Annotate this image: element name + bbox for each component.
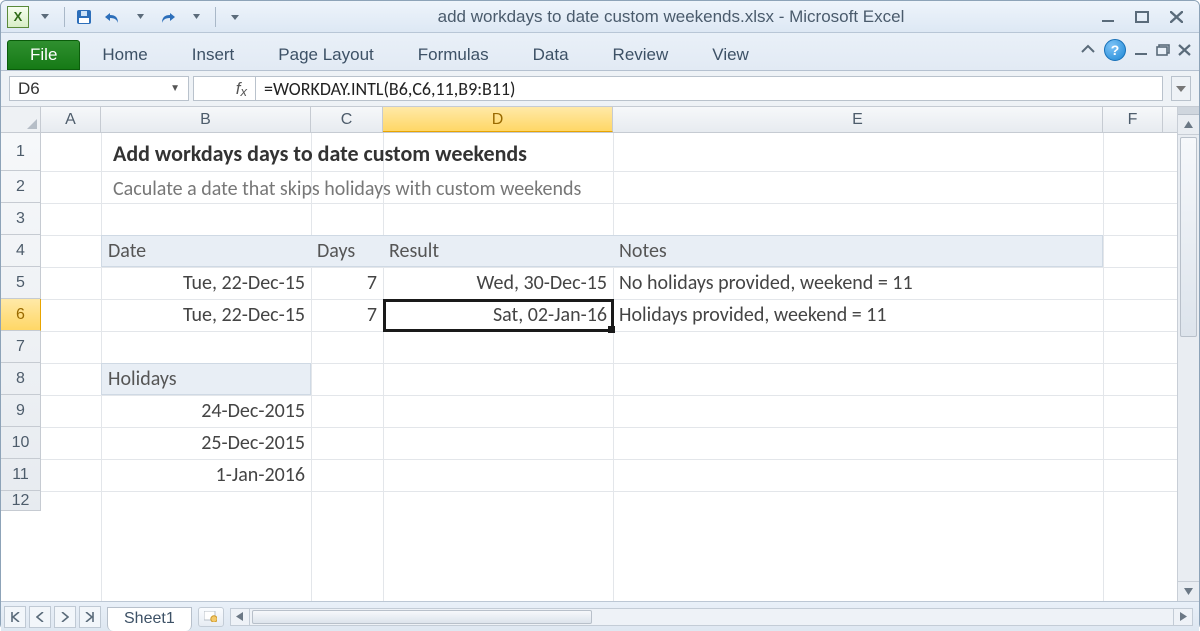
row-header[interactable]: 7 [1,331,41,363]
window-close-icon[interactable] [1178,44,1191,56]
column-headers: A B C D E F [41,107,1177,133]
cell-result[interactable]: Wed, 30-Dec-15 [383,267,613,299]
tab-data[interactable]: Data [511,40,591,70]
cell-date[interactable]: Tue, 22-Dec-15 [101,267,311,299]
first-sheet-icon[interactable] [4,606,26,628]
cell-holiday[interactable]: 24-Dec-2015 [101,395,311,427]
scroll-down-icon[interactable] [1178,581,1199,601]
minimize-icon[interactable] [1095,8,1121,26]
scroll-track[interactable] [250,608,1173,626]
vertical-scrollbar[interactable] [1177,107,1199,601]
window-title: add workdays to date custom weekends.xls… [247,7,1095,27]
page-title: Add workdays days to date custom weekend… [107,137,533,169]
table-header: Date [101,235,311,267]
cell-holiday[interactable]: 25-Dec-2015 [101,427,311,459]
row-header[interactable]: 12 [1,491,41,511]
col-header[interactable]: B [101,107,311,132]
separator [215,7,216,27]
tab-home[interactable]: Home [80,40,169,70]
page-subtitle: Caculate a date that skips holidays with… [107,173,587,205]
cell-days[interactable]: 7 [311,299,383,331]
last-sheet-icon[interactable] [79,606,101,628]
row-header[interactable]: 5 [1,267,41,299]
worksheet: 1 2 3 4 5 6 7 8 9 10 11 12 A B C D E F [1,107,1199,601]
grid[interactable]: Add workdays days to date custom weekend… [41,133,1177,601]
tab-view[interactable]: View [690,40,771,70]
horizontal-scrollbar[interactable] [230,608,1193,626]
tab-page-layout[interactable]: Page Layout [256,40,395,70]
name-box[interactable]: D6 ▼ [9,76,189,101]
active-cell[interactable] [383,299,614,332]
scroll-thumb[interactable] [1180,137,1197,337]
sheet-nav: Sheet1 [1,602,224,631]
select-all-corner[interactable] [1,107,41,133]
tab-insert[interactable]: Insert [170,40,257,70]
cell-notes[interactable]: Holidays provided, weekend = 11 [613,299,1103,331]
tab-formulas[interactable]: Formulas [396,40,511,70]
cell-days[interactable]: 7 [311,267,383,299]
dropdown-icon[interactable] [128,6,152,28]
col-header[interactable]: A [41,107,101,132]
prev-sheet-icon[interactable] [29,606,51,628]
row-header[interactable]: 1 [1,133,41,171]
scroll-left-icon[interactable] [230,608,250,626]
row-header[interactable]: 8 [1,363,41,395]
window-restore-icon[interactable] [1156,44,1170,56]
row-header[interactable]: 11 [1,459,41,491]
name-box-value: D6 [18,79,40,99]
scroll-thumb[interactable] [252,610,592,624]
cell-holiday[interactable]: 1-Jan-2016 [101,459,311,491]
row-header[interactable]: 10 [1,427,41,459]
scroll-right-icon[interactable] [1173,608,1193,626]
row-header[interactable]: 2 [1,171,41,203]
col-header[interactable]: D [383,107,613,132]
formula-bar: D6 ▼ fx =WORKDAY.INTL(B6,C6,11,B9:B11) [1,71,1199,107]
title-bar: X add workdays to date custom weekends.x… [1,1,1199,33]
tab-review[interactable]: Review [591,40,691,70]
help-icon[interactable]: ? [1104,39,1126,61]
dropdown-icon[interactable] [33,6,57,28]
row-header[interactable]: 3 [1,203,41,235]
row-header[interactable]: 6 [1,299,41,331]
save-icon[interactable] [72,6,96,28]
col-header[interactable]: C [311,107,383,132]
ribbon-minimize-icon[interactable] [1080,43,1096,57]
window-minimize-icon[interactable] [1134,44,1148,56]
next-sheet-icon[interactable] [54,606,76,628]
maximize-icon[interactable] [1129,8,1155,26]
excel-logo-icon: X [7,6,29,28]
scroll-up-icon[interactable] [1178,115,1199,135]
formula-expand-icon[interactable] [1171,76,1191,101]
table-header: Notes [613,235,1103,267]
row-header[interactable]: 4 [1,235,41,267]
sheet-tab[interactable]: Sheet1 [107,607,192,631]
cell-date[interactable]: Tue, 22-Dec-15 [101,299,311,331]
col-header[interactable]: E [613,107,1103,132]
dropdown-icon[interactable] [184,6,208,28]
new-sheet-icon[interactable] [198,607,224,627]
separator [64,7,65,27]
col-header[interactable]: F [1103,107,1163,132]
scroll-track[interactable] [1178,135,1199,581]
status-bar: Sheet1 [1,601,1199,631]
row-headers: 1 2 3 4 5 6 7 8 9 10 11 12 [1,133,41,511]
holidays-header: Holidays [101,363,311,395]
formula-input[interactable]: =WORKDAY.INTL(B6,C6,11,B9:B11) [255,76,1163,101]
table-header: Days [311,235,383,267]
row-header[interactable]: 9 [1,395,41,427]
file-tab[interactable]: File [7,40,80,70]
split-handle[interactable] [1178,107,1199,115]
qat-customize-icon[interactable] [223,6,247,28]
cell-notes[interactable]: No holidays provided, weekend = 11 [613,267,1103,299]
table-header: Result [383,235,613,267]
close-icon[interactable] [1163,8,1189,26]
fx-label[interactable]: fx [193,76,255,101]
chevron-down-icon[interactable]: ▼ [170,83,180,94]
redo-icon[interactable] [156,6,180,28]
ribbon: File Home Insert Page Layout Formulas Da… [1,33,1199,71]
undo-icon[interactable] [100,6,124,28]
